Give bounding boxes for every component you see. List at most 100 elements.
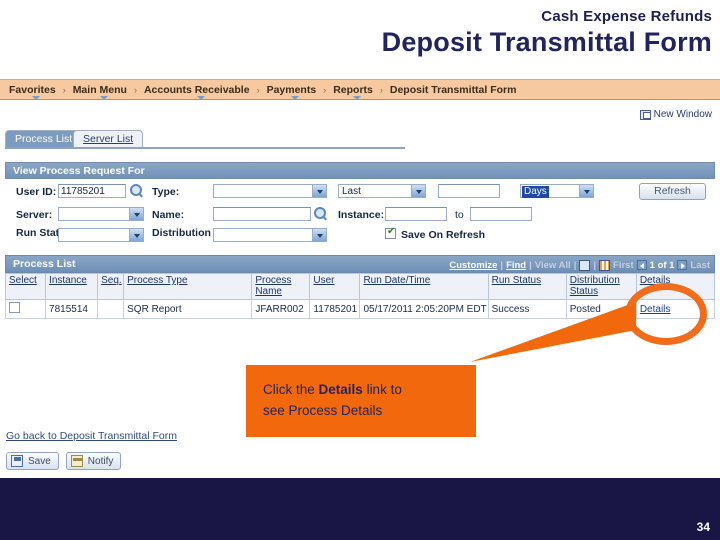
breadcrumb-caret-icon: [196, 95, 205, 100]
name-lookup-icon[interactable]: [314, 207, 326, 219]
sep-3: |: [573, 259, 577, 271]
callout-line1-bold: Details: [318, 382, 363, 397]
user-id-lookup-icon[interactable]: [130, 184, 142, 196]
new-window-label: New Window: [653, 109, 712, 120]
breadcrumb-item-4[interactable]: Reports: [327, 84, 379, 100]
callout-line1-post: link to: [362, 382, 402, 397]
cell-seq: [97, 299, 125, 319]
breadcrumb-caret-icon: [32, 95, 41, 100]
last-select[interactable]: Last: [338, 184, 426, 198]
column-header-6[interactable]: Run Date/Time: [359, 273, 489, 300]
user-id-input[interactable]: 11785201: [58, 184, 126, 198]
view-all-link[interactable]: View All: [535, 257, 571, 274]
cell-process-name: JFARR002: [251, 299, 311, 319]
instance-to-label: to: [455, 209, 464, 221]
server-select[interactable]: [58, 207, 144, 221]
last-label[interactable]: Last: [690, 257, 710, 274]
column-header-label: Instance: [49, 275, 87, 286]
breadcrumb-item-3[interactable]: Payments: [261, 84, 323, 100]
breadcrumb-item-1[interactable]: Main Menu: [67, 84, 133, 100]
instance-to-input[interactable]: [470, 207, 532, 221]
distribution-status-label: Distribution Status:: [152, 227, 250, 239]
tab-process-list[interactable]: Process List: [5, 130, 83, 147]
breadcrumb-item-0[interactable]: Favorites: [3, 84, 62, 100]
column-header-1[interactable]: Instance: [45, 273, 99, 300]
filter-form: User ID: 11785201 Type: Last Days Refres…: [0, 183, 720, 246]
run-status-label: Run Status:: [16, 227, 75, 239]
first-label[interactable]: First: [613, 257, 634, 274]
next-page-icon[interactable]: [677, 260, 688, 270]
column-header-label: Process Name: [255, 275, 292, 297]
previous-page-icon[interactable]: [636, 260, 647, 270]
sep-2: |: [529, 259, 532, 271]
chevron-down-icon: [134, 213, 140, 217]
spreadsheet-icon[interactable]: [599, 259, 611, 271]
chevron-down-icon: [317, 234, 323, 238]
instance-from-input[interactable]: [385, 207, 447, 221]
run-status-select[interactable]: [58, 228, 144, 242]
column-header-4[interactable]: Process Name: [251, 273, 311, 300]
slide-footer: 34: [0, 478, 720, 540]
page-indicator: 1 of 1: [649, 259, 675, 271]
cell-run-datetime: 05/17/2011 2:05:20PM EDT: [359, 299, 489, 319]
section-header-view-process-request-for: View Process Request For: [5, 162, 715, 179]
callout-text: Click the Details link to see Process De…: [263, 379, 468, 421]
chevron-down-icon: [584, 190, 590, 194]
callout-box: Click the Details link to see Process De…: [246, 365, 476, 437]
grid-title-bar: Process List Customize | Find | View All…: [5, 255, 715, 273]
column-header-label: Process Type: [127, 275, 188, 286]
tab-underline: [5, 147, 405, 149]
column-header-2[interactable]: Seq.: [97, 273, 125, 300]
go-back-link[interactable]: Go back to Deposit Transmittal Form: [6, 430, 177, 442]
callout-line2: see Process Details: [263, 403, 383, 418]
breadcrumb-item-5[interactable]: Deposit Transmittal Form: [384, 84, 523, 96]
tab-server-list[interactable]: Server List: [73, 130, 144, 147]
notify-button-label: Notify: [87, 455, 114, 467]
save-on-refresh-checkbox[interactable]: [385, 226, 396, 239]
name-label: Name:: [152, 209, 185, 221]
cell-instance: 7815514: [45, 299, 99, 319]
breadcrumb-caret-icon: [99, 95, 108, 100]
find-link[interactable]: Find: [506, 257, 526, 274]
type-select[interactable]: [213, 184, 327, 198]
new-window-icon: [639, 109, 651, 120]
cell-process-type: SQR Report: [123, 299, 253, 319]
row-select-checkbox[interactable]: [9, 302, 20, 313]
breadcrumb-item-2[interactable]: Accounts Receivable: [138, 84, 256, 100]
column-header-label: User: [313, 275, 335, 286]
unit-select[interactable]: Days: [520, 184, 594, 198]
cell-select[interactable]: [4, 299, 47, 319]
column-header-0[interactable]: Select: [4, 273, 47, 300]
chevron-down-icon: [416, 190, 422, 194]
save-on-refresh-label: Save On Refresh: [401, 229, 486, 241]
action-button-row: Save Notify: [6, 452, 122, 470]
new-window-link[interactable]: New Window: [639, 109, 712, 120]
save-button[interactable]: Save: [6, 452, 59, 470]
table-header-row: Select Instance Seq. Process Type Process Na…: [4, 273, 716, 300]
slide-header: Cash Expense Refunds Deposit Transmittal…: [0, 0, 720, 78]
page-title: Deposit Transmittal Form: [381, 27, 712, 57]
distribution-status-select[interactable]: [213, 228, 327, 242]
column-header-3[interactable]: Process Type: [123, 273, 253, 300]
column-header-label: Seq.: [101, 275, 122, 286]
column-header-7[interactable]: Run Status: [487, 273, 567, 300]
name-input[interactable]: [213, 207, 311, 221]
refresh-button[interactable]: Refresh: [639, 183, 706, 200]
column-header-label: Run Status: [491, 275, 542, 286]
count-input[interactable]: [438, 184, 500, 198]
type-label: Type:: [152, 186, 180, 198]
chevron-down-icon: [317, 190, 323, 194]
column-header-8[interactable]: Distribution Status: [565, 273, 637, 300]
server-label: Server:: [16, 209, 53, 221]
column-header-label: Run Date/Time: [363, 275, 431, 286]
sep-4: |: [593, 259, 597, 271]
column-header-5[interactable]: User: [309, 273, 361, 300]
customize-link[interactable]: Customize: [449, 257, 497, 274]
notify-button[interactable]: Notify: [65, 452, 122, 470]
chevron-down-icon: [134, 234, 140, 238]
grid-title: Process List: [13, 258, 76, 270]
breadcrumb-caret-icon: [353, 95, 362, 100]
breadcrumb-nav: Favorites › Main Menu › Accounts Receivable ›…: [0, 79, 720, 100]
download-icon[interactable]: [579, 259, 591, 271]
callout-tail: [470, 302, 636, 362]
